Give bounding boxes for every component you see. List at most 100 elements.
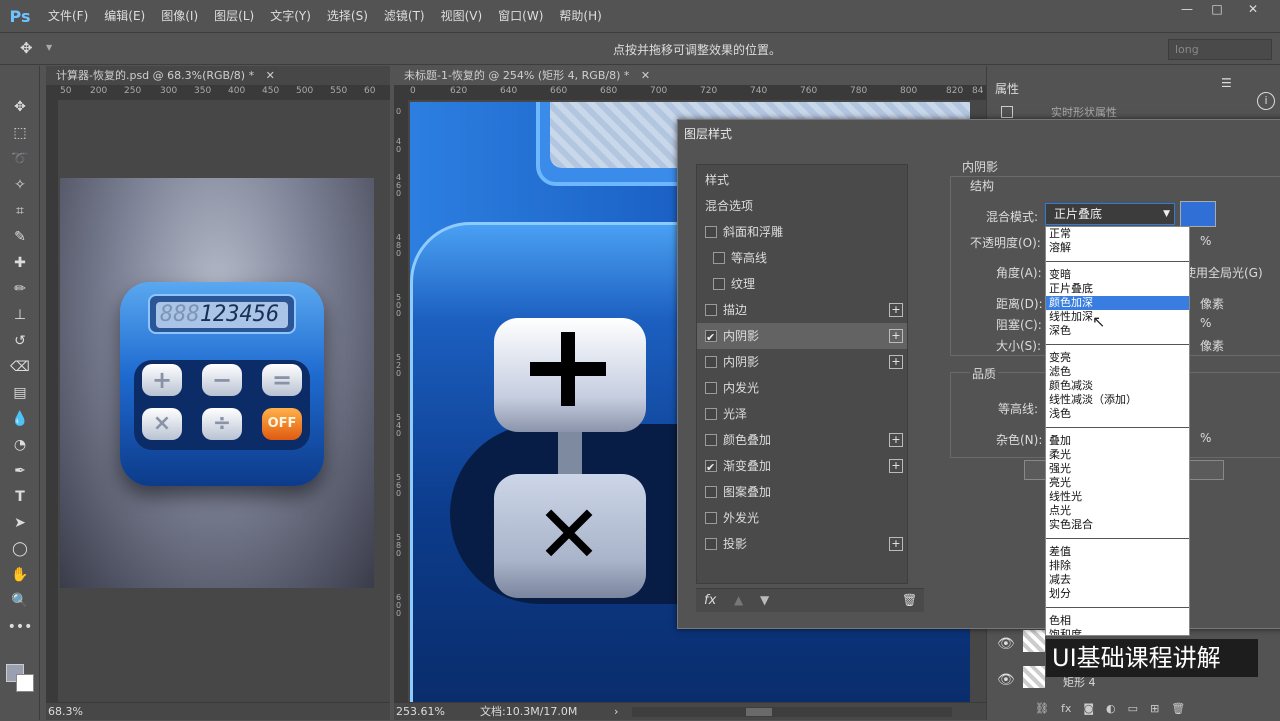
new-layer-icon[interactable]: ⊞ <box>1150 702 1159 718</box>
visibility-eye-icon[interactable]: 👁 <box>997 636 1015 652</box>
adjustment-icon[interactable]: ◐ <box>1106 702 1116 718</box>
blend-option[interactable]: 饱和度 <box>1046 628 1189 635</box>
blend-option[interactable]: 排除 <box>1046 559 1189 573</box>
style-item[interactable]: 颜色叠加 + <box>697 427 907 453</box>
zoom-status[interactable]: 68.3% <box>46 702 390 720</box>
style-item[interactable]: 投影 + <box>697 531 907 557</box>
menu-help[interactable]: 帮助(H) <box>551 0 609 32</box>
blend-mode-dropdown[interactable]: 正常 溶解 变暗 正片叠底 颜色加深 线性加深 深色 变亮 滤色 颜色减淡 线性减淡（添加） 浅色 叠加… <box>1045 226 1190 636</box>
move-up-icon[interactable]: ▲ <box>734 593 743 607</box>
blend-option[interactable]: 线性加深 <box>1046 310 1189 324</box>
blend-option[interactable]: 正常 <box>1046 227 1189 241</box>
canvas-1[interactable]: 888123456 + − = × ÷ OFF <box>60 178 374 588</box>
menu-filter[interactable]: 滤镜(T) <box>376 0 433 32</box>
blend-option[interactable]: 差值 <box>1046 545 1189 559</box>
gradient-icon[interactable]: ▤ <box>8 382 32 404</box>
path-select-icon[interactable]: ➤ <box>8 512 32 534</box>
chevron-right-icon[interactable]: › <box>614 703 618 721</box>
blend-option[interactable]: 变亮 <box>1046 351 1189 365</box>
background-color-swatch[interactable] <box>16 674 34 692</box>
move-tool-icon[interactable]: ✥ <box>20 39 33 57</box>
add-effect-button[interactable]: + <box>889 303 903 317</box>
blend-option[interactable]: 叠加 <box>1046 434 1189 448</box>
chevron-down-icon[interactable]: ▼ <box>46 43 52 52</box>
move-icon[interactable]: ✥ <box>8 96 32 118</box>
style-item[interactable]: 样式 <box>697 167 907 193</box>
more-tools-icon[interactable]: ••• <box>8 616 33 638</box>
style-item[interactable]: 光泽 <box>697 401 907 427</box>
close-tab-icon[interactable]: ✕ <box>641 69 650 82</box>
history-brush-icon[interactable]: ↺ <box>8 330 32 352</box>
blend-option[interactable]: 浅色 <box>1046 407 1189 421</box>
panel-menu-icon[interactable]: ☰ <box>1221 76 1232 90</box>
brush-icon[interactable]: ✏ <box>8 278 32 300</box>
shadow-color-swatch[interactable] <box>1180 201 1216 227</box>
link-icon[interactable]: ⛓ <box>1035 702 1049 718</box>
blend-option[interactable]: 柔光 <box>1046 448 1189 462</box>
style-item[interactable]: 纹理 <box>697 271 907 297</box>
eraser-icon[interactable]: ⌫ <box>8 356 32 378</box>
blend-option[interactable]: 变暗 <box>1046 268 1189 282</box>
blend-option[interactable]: 正片叠底 <box>1046 282 1189 296</box>
style-item[interactable]: 图案叠加 <box>697 479 907 505</box>
style-item[interactable]: 渐变叠加 + <box>697 453 907 481</box>
style-checkbox[interactable] <box>705 304 717 316</box>
blend-option[interactable]: 线性减淡（添加） <box>1046 393 1189 407</box>
tab-calculator-doc[interactable]: 计算器-恢复的.psd @ 68.3%(RGB/8) * ✕ <box>46 66 390 86</box>
magic-wand-icon[interactable]: ✧ <box>8 174 32 196</box>
horizontal-scrollbar[interactable] <box>632 707 952 717</box>
fx-icon[interactable]: fx <box>1061 702 1071 718</box>
minimize-button[interactable]: — <box>1172 2 1202 20</box>
dodge-icon[interactable]: ◔ <box>8 434 32 456</box>
blend-option[interactable]: 颜色减淡 <box>1046 379 1189 393</box>
close-tab-icon[interactable]: ✕ <box>266 69 275 82</box>
add-effect-button[interactable]: + <box>889 329 903 343</box>
style-item[interactable]: 内阴影 + <box>697 323 907 351</box>
visibility-eye-icon[interactable]: 👁 <box>997 672 1015 688</box>
style-item[interactable]: 内阴影 + <box>697 349 907 375</box>
style-item[interactable]: 斜面和浮雕 <box>697 219 907 245</box>
ellipse-icon[interactable]: ◯ <box>8 538 32 560</box>
close-button[interactable]: ✕ <box>1238 2 1268 20</box>
style-item[interactable]: 描边 + <box>697 297 907 323</box>
blur-icon[interactable]: 💧 <box>8 408 32 430</box>
style-checkbox[interactable] <box>705 408 717 420</box>
style-checkbox[interactable] <box>713 278 725 290</box>
blend-option[interactable]: 强光 <box>1046 462 1189 476</box>
blend-option[interactable]: 亮光 <box>1046 476 1189 490</box>
tab-untitled-doc[interactable]: 未标题-1-恢复的 @ 254% (矩形 4, RGB/8) * ✕ <box>394 66 986 86</box>
blend-option[interactable]: 深色 <box>1046 324 1189 338</box>
style-checkbox[interactable] <box>705 512 717 524</box>
menu-type[interactable]: 文字(Y) <box>262 0 319 32</box>
add-effect-button[interactable]: + <box>889 537 903 551</box>
pen-icon[interactable]: ✒ <box>8 460 32 482</box>
type-icon[interactable]: T <box>8 486 32 508</box>
menu-edit[interactable]: 编辑(E) <box>96 0 153 32</box>
stamp-icon[interactable]: ⊥ <box>8 304 32 326</box>
maximize-button[interactable]: □ <box>1202 2 1232 20</box>
blend-option[interactable]: 实色混合 <box>1046 518 1189 532</box>
style-checkbox[interactable] <box>705 538 717 550</box>
style-checkbox[interactable] <box>705 226 717 238</box>
menu-select[interactable]: 选择(S) <box>319 0 376 32</box>
style-item[interactable]: 外发光 <box>697 505 907 531</box>
blend-option[interactable]: 划分 <box>1046 587 1189 601</box>
style-checkbox[interactable] <box>705 486 717 498</box>
blend-option[interactable]: 点光 <box>1046 504 1189 518</box>
move-down-icon[interactable]: ▼ <box>760 593 769 607</box>
marquee-icon[interactable]: ⬚ <box>8 122 32 144</box>
add-effect-button[interactable]: + <box>889 459 903 473</box>
lasso-icon[interactable]: ➰ <box>8 148 32 170</box>
crop-icon[interactable]: ⌗ <box>8 200 32 222</box>
menu-window[interactable]: 窗口(W) <box>490 0 551 32</box>
style-checkbox[interactable] <box>705 382 717 394</box>
menu-file[interactable]: 文件(F) <box>40 0 96 32</box>
delete-effect-icon[interactable]: 🗑 <box>902 593 917 607</box>
zoom-icon[interactable]: 🔍 <box>8 590 32 612</box>
hand-icon[interactable]: ✋ <box>8 564 32 586</box>
eyedropper-icon[interactable]: ✎ <box>8 226 32 248</box>
folder-icon[interactable]: ▭ <box>1128 702 1138 718</box>
blend-mode-select[interactable]: 正片叠底 ▼ <box>1045 203 1175 225</box>
style-checkbox[interactable] <box>705 356 717 368</box>
info-icon[interactable]: i <box>1257 92 1275 110</box>
